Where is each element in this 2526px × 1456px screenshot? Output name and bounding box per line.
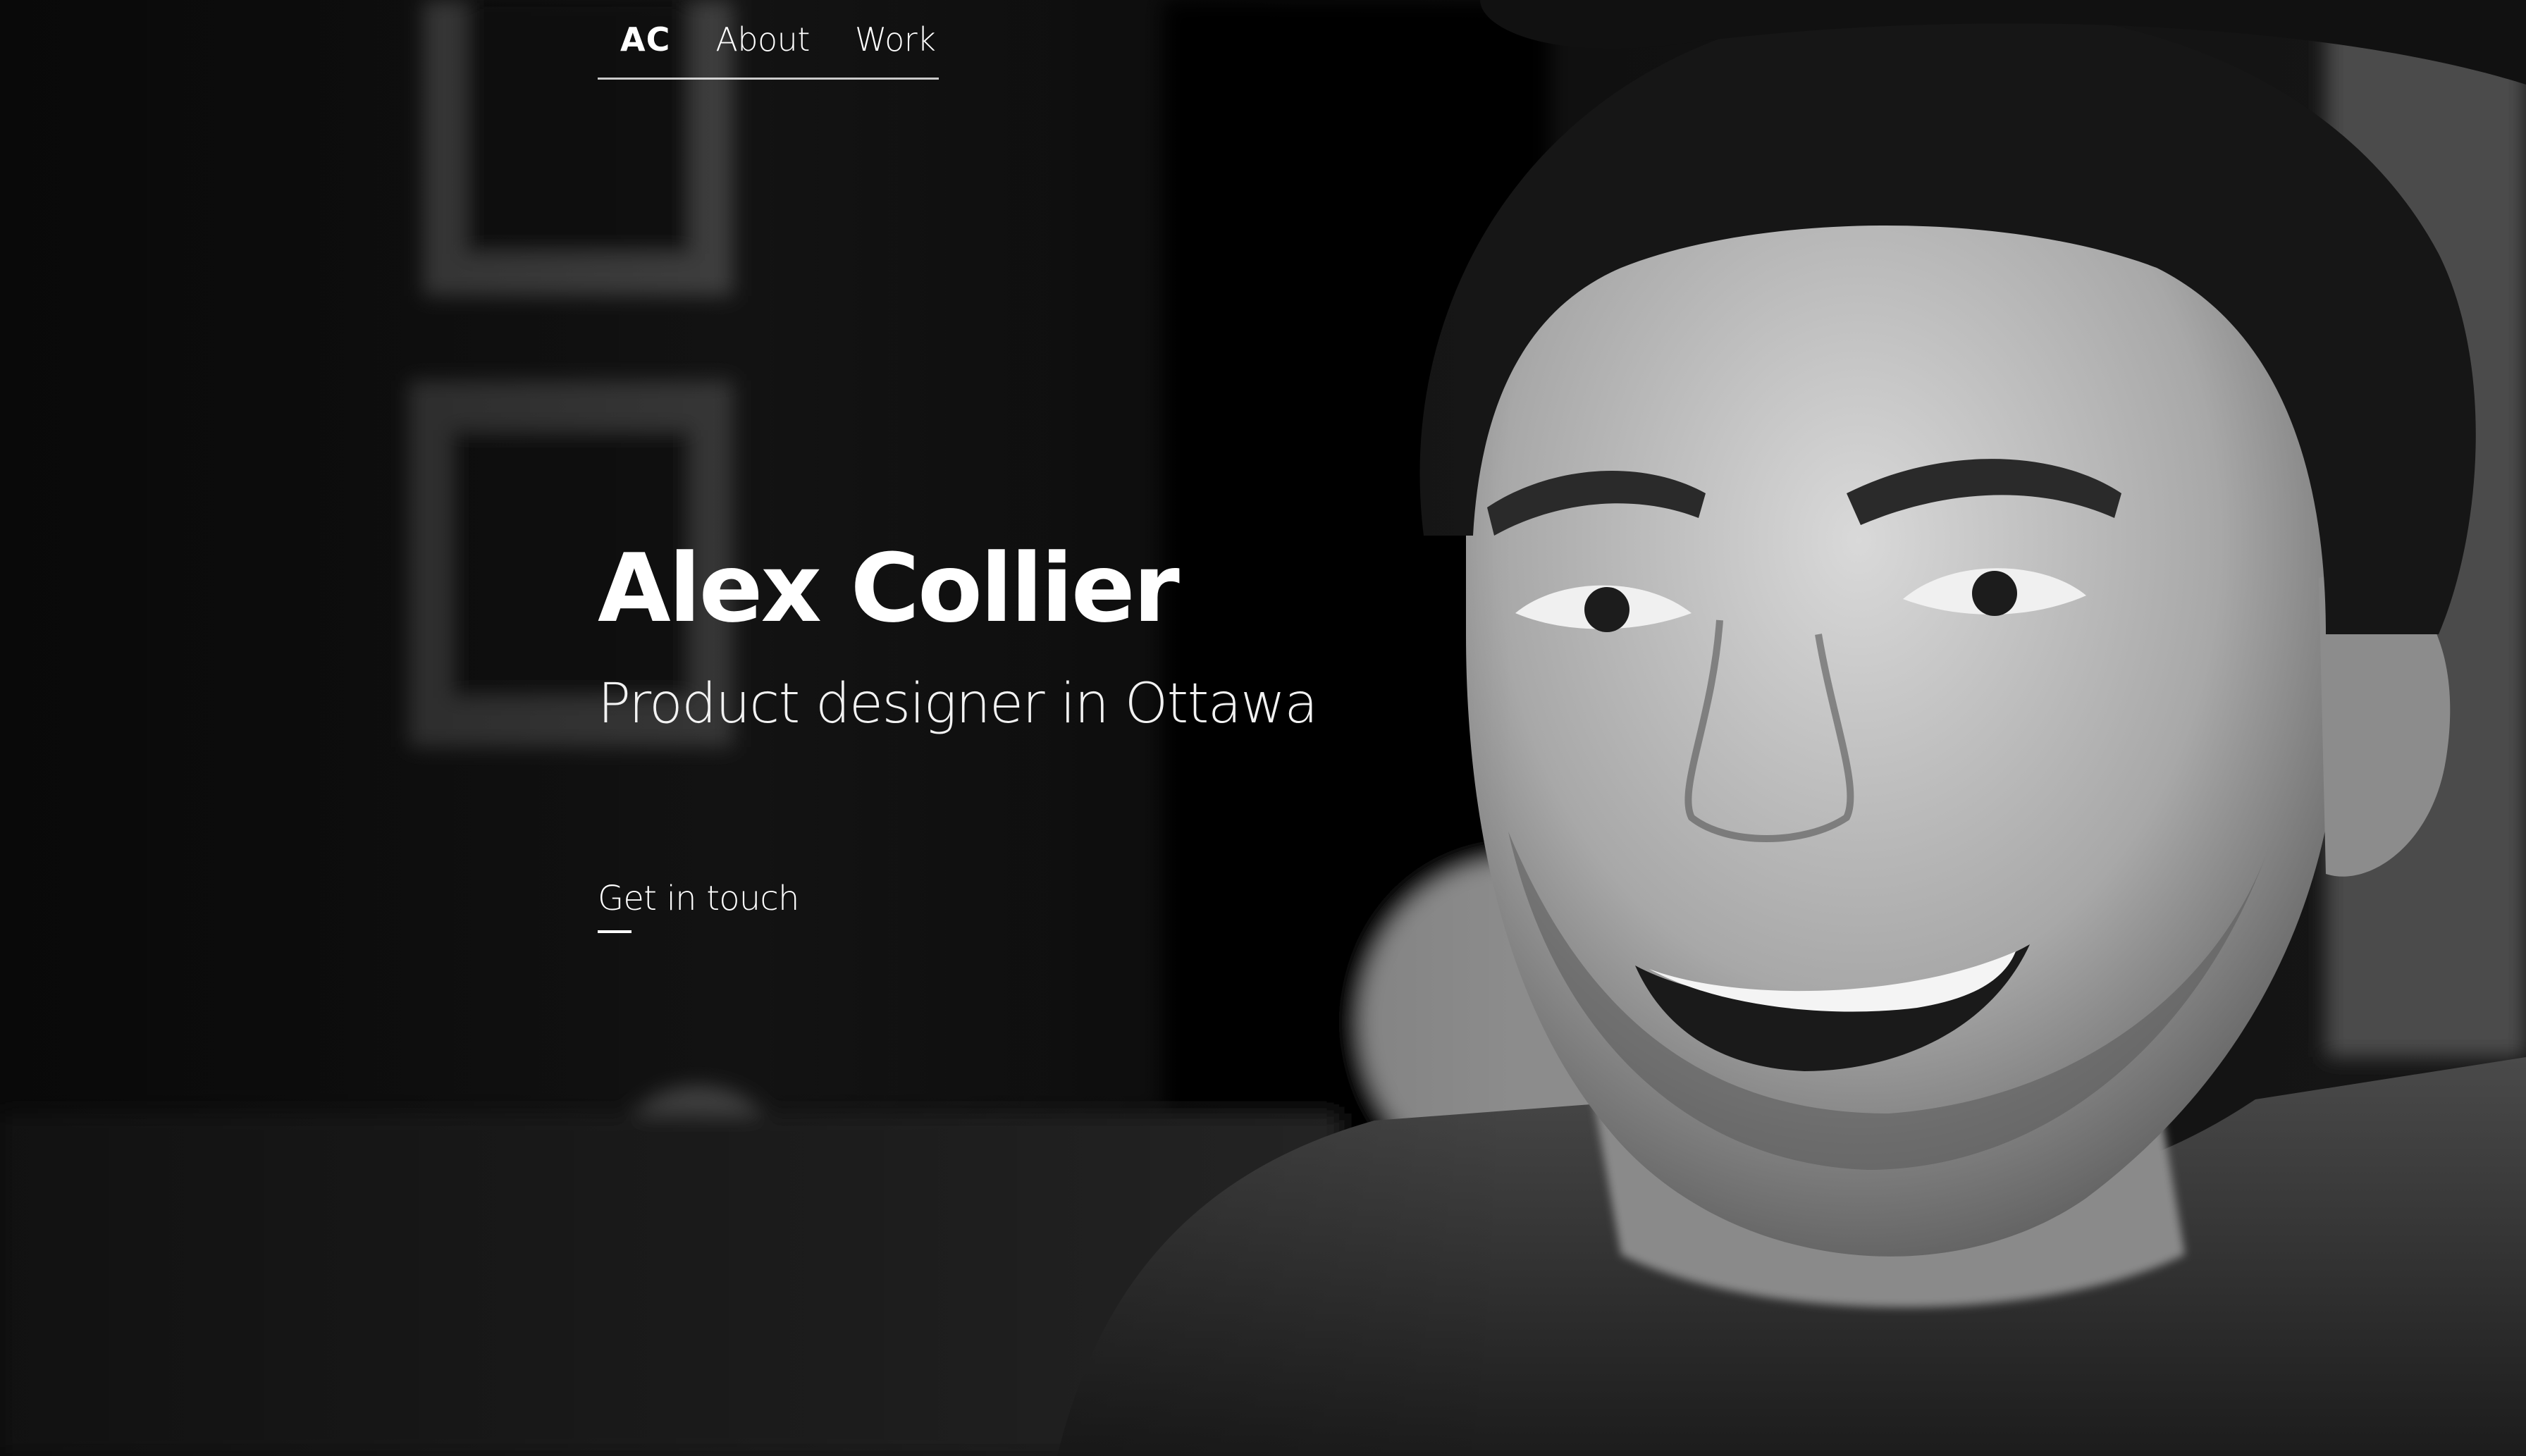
hero-tagline: Product designer in Ottawa [598,672,1318,736]
hero-name: Alex Collier [598,533,1180,643]
cta-underline [598,930,632,933]
nav-about-link[interactable]: About [715,16,810,63]
get-in-touch-link[interactable]: Get in touch [598,874,799,923]
top-nav: AC About Work [598,16,939,80]
nav-work-link[interactable]: Work [855,16,936,63]
logo-link[interactable]: AC [620,16,670,63]
